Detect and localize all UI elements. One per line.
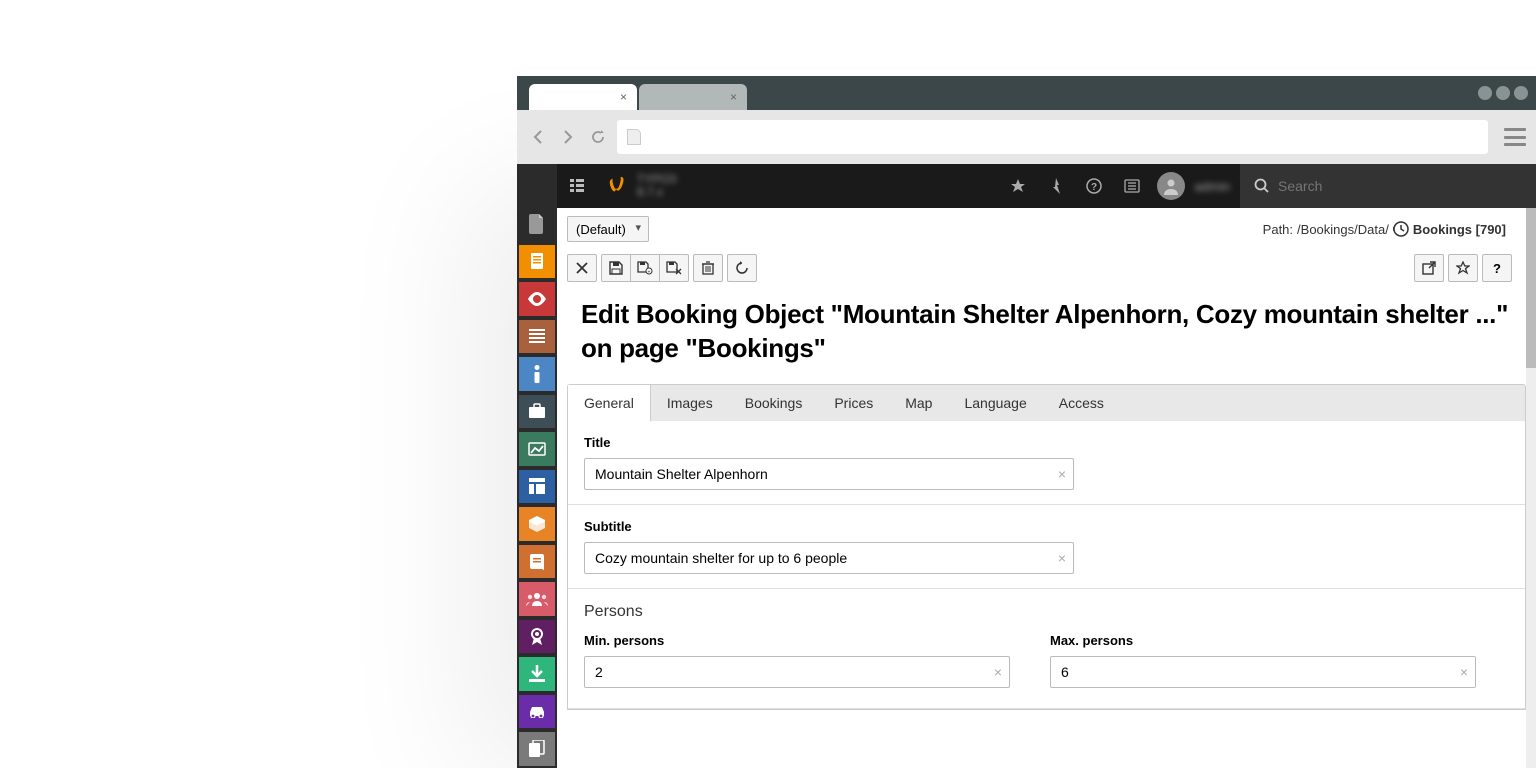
tab-access[interactable]: Access — [1043, 385, 1120, 421]
clear-icon[interactable]: × — [1058, 466, 1066, 482]
max-persons-label: Max. persons — [1050, 633, 1476, 648]
search-input[interactable] — [1278, 178, 1459, 194]
persons-heading: Persons — [568, 589, 1525, 621]
tab-prices[interactable]: Prices — [818, 385, 889, 421]
title-label: Title — [584, 435, 1509, 450]
save-close-button[interactable] — [659, 254, 689, 282]
title-input[interactable] — [584, 458, 1074, 490]
bookmark-record-button[interactable] — [1448, 254, 1478, 282]
product-name: TYPO38.7.x — [637, 173, 676, 199]
tab-strip: General Images Bookings Prices Map Langu… — [567, 384, 1526, 421]
module-workspace[interactable] — [519, 395, 555, 429]
svg-text:+: + — [648, 270, 651, 276]
page-title: Edit Booking Object "Mountain Shelter Al… — [557, 292, 1536, 384]
help-icon[interactable]: ? — [1075, 164, 1113, 208]
clear-icon[interactable]: × — [1058, 550, 1066, 566]
window-dot[interactable] — [1496, 86, 1510, 100]
save-view-button[interactable]: + — [630, 254, 660, 282]
username[interactable]: admin — [1185, 179, 1240, 194]
user-avatar-icon[interactable] — [1157, 172, 1185, 200]
module-page[interactable] — [519, 245, 555, 279]
content-area: (Default) Path: /Bookings/Data/ Bookings… — [557, 208, 1536, 768]
save-button[interactable] — [601, 254, 631, 282]
subtitle-input[interactable] — [584, 542, 1074, 574]
app-topbar: TYPO38.7.x ? admin — [517, 164, 1536, 208]
tab-close-icon[interactable]: × — [620, 90, 627, 104]
forward-button[interactable] — [557, 126, 579, 148]
browser-tabbar: × × — [517, 76, 1536, 110]
module-list[interactable] — [519, 320, 555, 354]
module-layout[interactable] — [519, 470, 555, 504]
tab-bookings[interactable]: Bookings — [729, 385, 819, 421]
min-persons-label: Min. persons — [584, 633, 1010, 648]
cache-icon[interactable] — [1037, 164, 1075, 208]
tab-language[interactable]: Language — [948, 385, 1042, 421]
module-car[interactable] — [519, 695, 555, 729]
module-download[interactable] — [519, 657, 555, 691]
module-file[interactable] — [519, 207, 555, 241]
module-bar — [517, 164, 557, 768]
browser-tab-inactive[interactable]: × — [639, 84, 747, 110]
close-button[interactable] — [567, 254, 597, 282]
max-persons-input[interactable] — [1050, 656, 1476, 688]
window-controls — [1478, 86, 1528, 100]
module-users[interactable] — [519, 582, 555, 616]
application-info-icon[interactable] — [1113, 164, 1151, 208]
module-info[interactable] — [519, 357, 555, 391]
window-dot[interactable] — [1514, 86, 1528, 100]
window-dot[interactable] — [1478, 86, 1492, 100]
module-view[interactable] — [519, 282, 555, 316]
clear-icon[interactable]: × — [1460, 664, 1468, 680]
scrollbar[interactable] — [1526, 208, 1536, 768]
module-badge[interactable] — [519, 620, 555, 654]
delete-button[interactable] — [693, 254, 723, 282]
min-persons-input[interactable] — [584, 656, 1010, 688]
open-new-window-button[interactable] — [1414, 254, 1444, 282]
subtitle-label: Subtitle — [584, 519, 1509, 534]
tab-close-icon[interactable]: × — [730, 90, 737, 104]
tab-images[interactable]: Images — [651, 385, 729, 421]
language-select[interactable]: (Default) — [567, 216, 649, 242]
breadcrumb: Path: /Bookings/Data/ Bookings [790] — [1263, 221, 1526, 237]
tab-general[interactable]: General — [568, 385, 651, 422]
browser-tab-active[interactable]: × — [529, 84, 637, 110]
module-book[interactable] — [519, 545, 555, 579]
browser-window: × × — [517, 76, 1536, 768]
content-header: (Default) Path: /Bookings/Data/ Bookings… — [557, 208, 1536, 250]
clear-icon[interactable]: × — [994, 664, 1002, 680]
module-package[interactable] — [519, 507, 555, 541]
browser-toolbar — [517, 110, 1536, 164]
form-panel: Title × Subtitle × Persons — [567, 421, 1526, 710]
logo-area: TYPO38.7.x — [597, 173, 686, 199]
module-template[interactable] — [519, 432, 555, 466]
history-icon — [1393, 221, 1409, 237]
pagetree-toggle[interactable] — [557, 178, 597, 194]
back-button[interactable] — [527, 126, 549, 148]
tab-map[interactable]: Map — [889, 385, 948, 421]
page-icon — [627, 129, 641, 145]
svg-text:?: ? — [1091, 182, 1097, 193]
undo-button[interactable] — [727, 254, 757, 282]
search-area[interactable] — [1240, 164, 1536, 208]
browser-menu-button[interactable] — [1504, 128, 1526, 146]
bookmark-icon[interactable] — [999, 164, 1037, 208]
context-help-button[interactable]: ? — [1482, 254, 1512, 282]
reload-button[interactable] — [587, 126, 609, 148]
search-icon — [1254, 178, 1270, 194]
typo3-logo-icon — [607, 175, 629, 197]
action-bar: + ? — [557, 250, 1536, 292]
url-bar[interactable] — [617, 120, 1488, 154]
module-copy[interactable] — [519, 732, 555, 766]
